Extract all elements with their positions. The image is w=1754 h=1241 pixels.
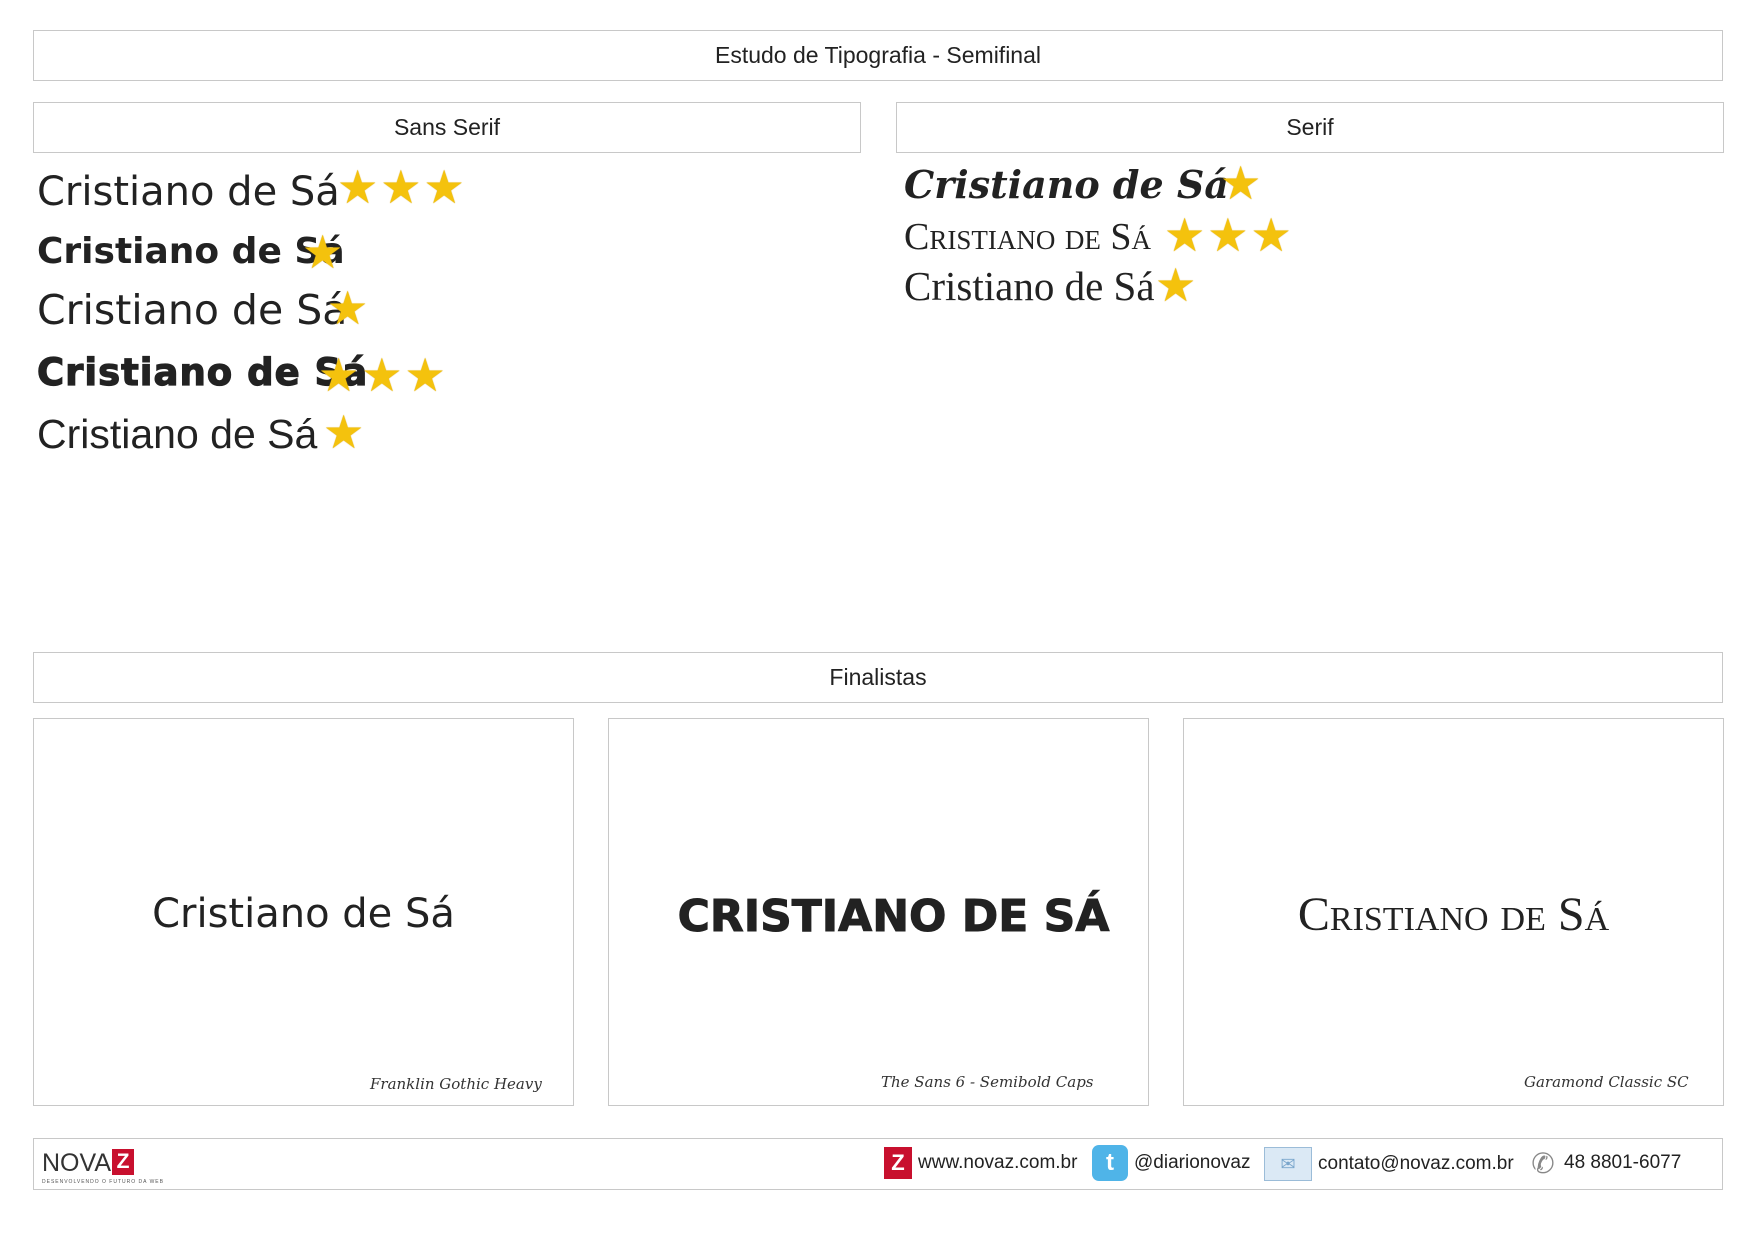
finalist-caption-2: The Sans 6 - Semibold Caps (881, 1073, 1094, 1091)
finalist-sample-3: Cristiano de Sá (1297, 888, 1610, 941)
logo-tagline: DESENVOLVENDO O FUTURO DA WEB (42, 1179, 164, 1185)
finalists-header: Finalistas (33, 652, 1723, 703)
star-icon: ★★★ (318, 349, 448, 401)
email-link[interactable]: contato@novaz.com.br (1318, 1153, 1514, 1175)
star-icon: ★ (1220, 157, 1264, 209)
phone-number: 48 8801-6077 (1564, 1152, 1682, 1173)
footer-bar: NOVA Z DESENVOLVENDO O FUTURO DA WEB Z ww… (33, 1138, 1723, 1190)
sans-sample-3: Cristiano de Sá (37, 286, 348, 334)
serif-sample-2: Cristiano de Sá (904, 216, 1151, 258)
footer-phone: ✆ 48 8801-6077 (1528, 1144, 1681, 1182)
finalist-sample-2: CRISTIANO DE SÁ (677, 891, 1110, 943)
sans-serif-header: Sans Serif (33, 102, 861, 153)
serif-sample-3: Cristiano de Sá (904, 263, 1155, 309)
novaz-logo: NOVA Z DESENVOLVENDO O FUTURO DA WEB (42, 1149, 163, 1185)
sans-sample-5: Cristiano de Sá (37, 411, 318, 457)
finalist-card-3: Cristiano de Sá Garamond Classic SC (1183, 718, 1724, 1106)
star-icon: ★ (323, 406, 367, 458)
star-icon: ★ (327, 282, 371, 334)
logo-word: NOVA (42, 1149, 111, 1177)
serif-sample-1: Cristiano de Sá (904, 162, 1229, 207)
star-icon: ★ (302, 226, 346, 278)
website-link[interactable]: www.novaz.com.br (918, 1152, 1077, 1174)
finalist-card-2: CRISTIANO DE SÁ The Sans 6 - Semibold Ca… (608, 718, 1149, 1106)
twitter-handle[interactable]: @diarionovaz (1134, 1152, 1250, 1174)
page-title: Estudo de Tipografia - Semifinal (33, 30, 1723, 81)
finalist-card-1: Cristiano de Sá Franklin Gothic Heavy (33, 718, 574, 1106)
finalist-caption-3: Garamond Classic SC (1524, 1073, 1689, 1091)
finalist-caption-1: Franklin Gothic Heavy (370, 1075, 542, 1093)
phone-icon: ✆ (1531, 1147, 1555, 1179)
star-icon: ★ (1155, 259, 1199, 311)
footer-email[interactable]: ✉ contato@novaz.com.br (1264, 1147, 1514, 1181)
footer-twitter[interactable]: t @diarionovaz (1092, 1145, 1250, 1181)
logo-z-icon: Z (112, 1149, 134, 1175)
sans-sample-2: Cristiano de Sá (37, 231, 345, 272)
star-icon: ★★★ (337, 161, 467, 213)
serif-header: Serif (896, 102, 1724, 153)
envelope-icon: ✉ (1264, 1147, 1312, 1181)
footer-website[interactable]: Z www.novaz.com.br (884, 1147, 1077, 1179)
twitter-icon: t (1092, 1145, 1128, 1181)
novaz-z-icon: Z (884, 1147, 912, 1179)
star-icon: ★★★ (1164, 209, 1294, 261)
sans-sample-1: Cristiano de Sá (37, 169, 340, 215)
finalist-sample-1: Cristiano de Sá (152, 891, 455, 937)
